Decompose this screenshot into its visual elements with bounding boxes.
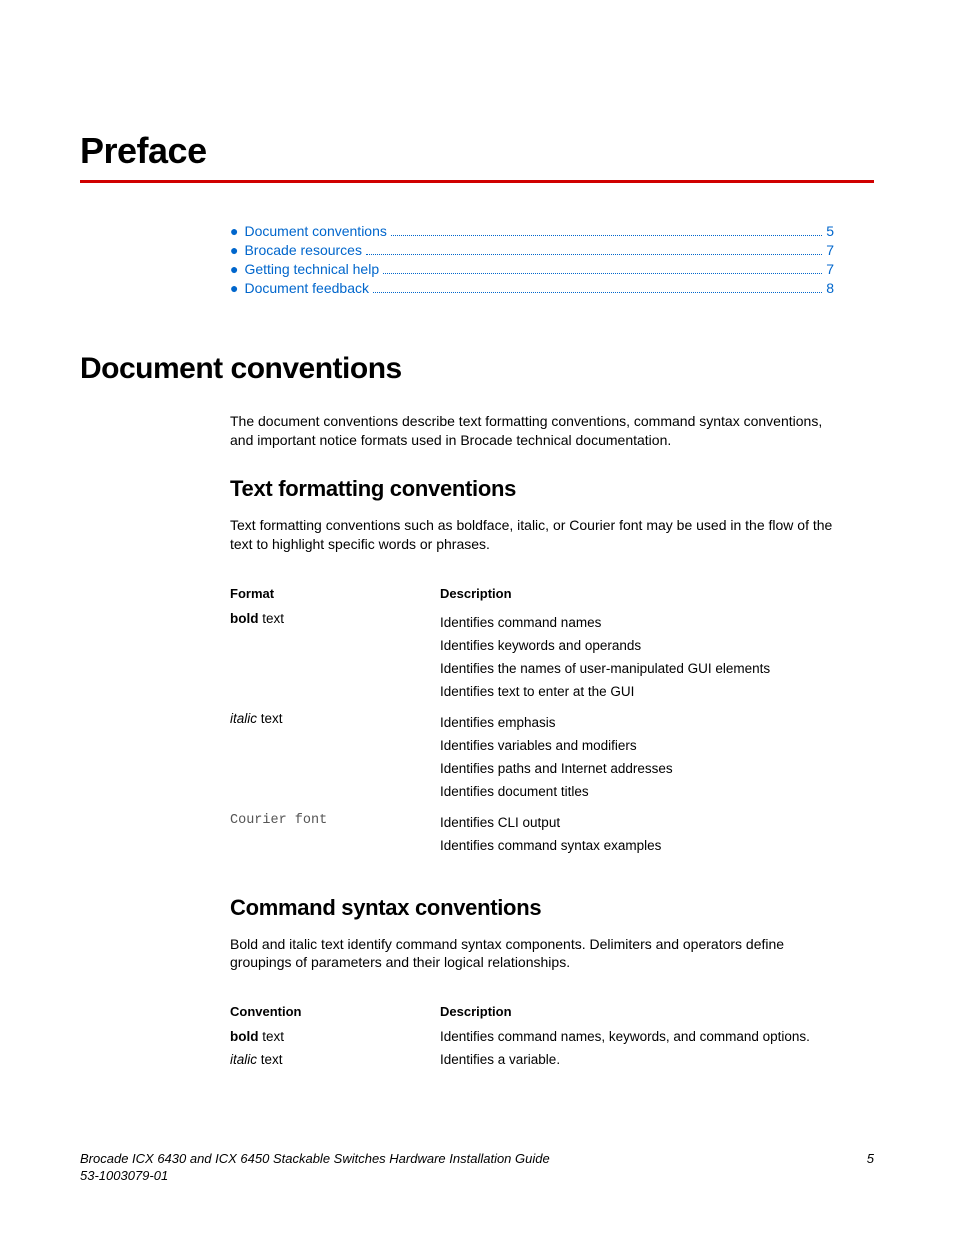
bullet-icon: ● bbox=[230, 242, 238, 258]
toc-row: ● Brocade resources 7 bbox=[230, 242, 834, 259]
footer-page-number: 5 bbox=[867, 1151, 874, 1185]
toc-link[interactable]: Brocade resources bbox=[244, 242, 362, 258]
toc-page-number[interactable]: 7 bbox=[826, 242, 834, 258]
table-header-description: Description bbox=[440, 580, 834, 607]
toc-link[interactable]: Document conventions bbox=[244, 223, 386, 239]
description-line: Identifies a variable. bbox=[440, 1048, 834, 1071]
table-row: bold text Identifies command names Ident… bbox=[230, 607, 834, 707]
toc-row: ● Document conventions 5 bbox=[230, 223, 834, 240]
subheading-command-syntax: Command syntax conventions bbox=[230, 895, 834, 921]
toc-row: ● Getting technical help 7 bbox=[230, 261, 834, 278]
format-sample-rest: text bbox=[257, 711, 283, 726]
body-text: Text formatting conventions such as bold… bbox=[230, 516, 834, 554]
format-sample-italic: italic bbox=[230, 1052, 257, 1067]
table-header-convention: Convention bbox=[230, 998, 440, 1025]
description-line: Identifies keywords and operands bbox=[440, 634, 834, 657]
toc-page-number[interactable]: 5 bbox=[826, 223, 834, 239]
table-header-description: Description bbox=[440, 998, 834, 1025]
description-line: Identifies the names of user-manipulated… bbox=[440, 657, 834, 680]
description-line: Identifies command names, keywords, and … bbox=[440, 1025, 834, 1048]
section-heading-document-conventions: Document conventions bbox=[80, 352, 874, 386]
toc-link[interactable]: Document feedback bbox=[244, 280, 369, 296]
description-line: Identifies variables and modifiers bbox=[440, 734, 834, 757]
format-sample-bold: bold bbox=[230, 611, 259, 626]
description-line: Identifies command names bbox=[440, 611, 834, 634]
description-line: Identifies command syntax examples bbox=[440, 834, 834, 857]
format-sample-courier: Courier font bbox=[230, 813, 327, 828]
format-sample-rest: text bbox=[257, 1052, 283, 1067]
footer-doc-number: 53-1003079-01 bbox=[80, 1168, 550, 1185]
toc-page-number[interactable]: 7 bbox=[826, 261, 834, 277]
table-header-format: Format bbox=[230, 580, 440, 607]
description-line: Identifies CLI output bbox=[440, 811, 834, 834]
text-formatting-table: Format Description bold text Identifies … bbox=[230, 580, 834, 861]
red-rule bbox=[80, 180, 874, 183]
description-line: Identifies emphasis bbox=[440, 711, 834, 734]
subheading-text-formatting: Text formatting conventions bbox=[230, 476, 834, 502]
toc-row: ● Document feedback 8 bbox=[230, 280, 834, 297]
format-sample-italic: italic bbox=[230, 711, 257, 726]
toc-leader-dots bbox=[391, 235, 822, 236]
table-row: italic text Identifies emphasis Identifi… bbox=[230, 707, 834, 807]
body-text: Bold and italic text identify command sy… bbox=[230, 935, 834, 973]
description-line: Identifies text to enter at the GUI bbox=[440, 680, 834, 703]
page-footer: Brocade ICX 6430 and ICX 6450 Stackable … bbox=[80, 1151, 874, 1185]
mini-toc: ● Document conventions 5 ● Brocade resou… bbox=[230, 223, 834, 297]
bullet-icon: ● bbox=[230, 280, 238, 296]
format-sample-bold: bold bbox=[230, 1029, 259, 1044]
footer-doc-title: Brocade ICX 6430 and ICX 6450 Stackable … bbox=[80, 1151, 550, 1168]
toc-page-number[interactable]: 8 bbox=[826, 280, 834, 296]
toc-leader-dots bbox=[383, 273, 822, 274]
format-sample-rest: text bbox=[259, 1029, 285, 1044]
description-line: Identifies document titles bbox=[440, 780, 834, 803]
bullet-icon: ● bbox=[230, 261, 238, 277]
chapter-title: Preface bbox=[80, 130, 874, 172]
toc-leader-dots bbox=[366, 254, 822, 255]
body-text: The document conventions describe text f… bbox=[230, 412, 834, 450]
bullet-icon: ● bbox=[230, 223, 238, 239]
table-row: bold text Identifies command names, keyw… bbox=[230, 1025, 834, 1048]
command-syntax-table: Convention Description bold text Identif… bbox=[230, 998, 834, 1071]
description-line: Identifies paths and Internet addresses bbox=[440, 757, 834, 780]
toc-leader-dots bbox=[373, 292, 822, 293]
format-sample-rest: text bbox=[259, 611, 285, 626]
toc-link[interactable]: Getting technical help bbox=[244, 261, 379, 277]
table-row: Courier font Identifies CLI output Ident… bbox=[230, 807, 834, 861]
table-row: italic text Identifies a variable. bbox=[230, 1048, 834, 1071]
